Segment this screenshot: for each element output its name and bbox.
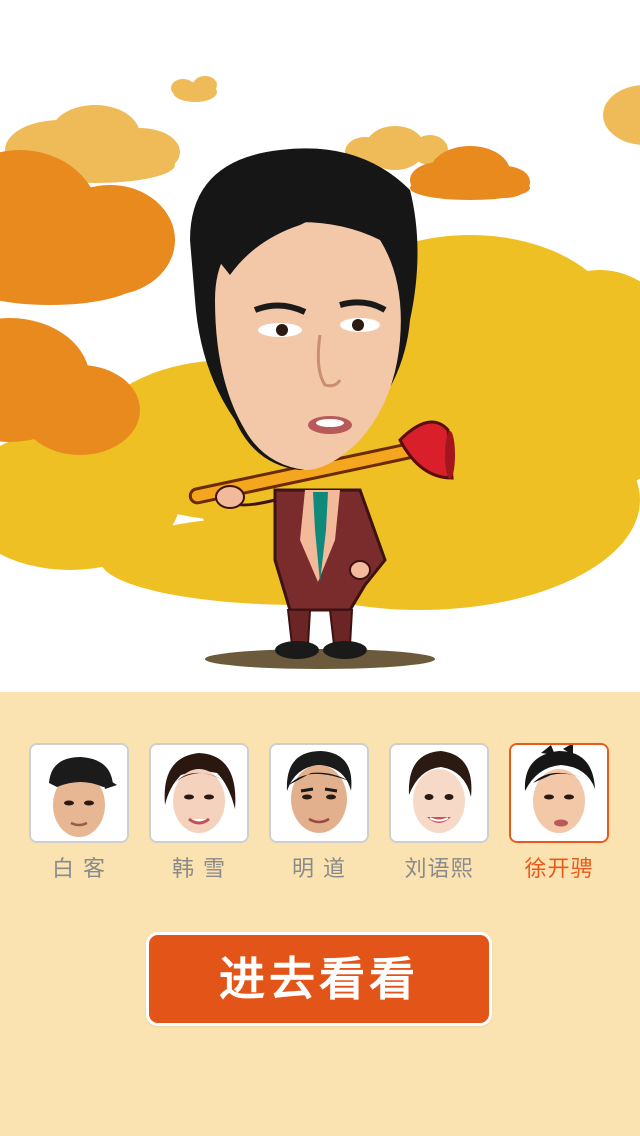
- cloud-left-orange-low: [0, 318, 140, 455]
- character-name-label: 韩 雪: [172, 857, 226, 882]
- face-avatar-woman-smiling-icon: [391, 745, 487, 841]
- character-selector-panel: 白 客 韩 雪 明 道 刘语熙 徐开骋 进去看看: [0, 692, 640, 1136]
- character-option-xukaicheng[interactable]: 徐开骋: [509, 743, 609, 883]
- character-avatar-list: 白 客 韩 雪 明 道 刘语熙 徐开骋: [29, 743, 611, 893]
- face-avatar-spiky-hair-icon: [511, 745, 607, 841]
- face-avatar-woman-icon: [151, 745, 247, 841]
- small-cloud-top: [171, 76, 217, 102]
- character-option-hanxue[interactable]: 韩 雪: [149, 743, 249, 883]
- avatar-frame: [509, 743, 609, 843]
- character-name-label: 白 客: [52, 857, 106, 882]
- cartoon-illustration: [0, 76, 640, 669]
- character-name-label: 徐开骋: [524, 857, 594, 882]
- character-name-label: 刘语熙: [404, 857, 474, 882]
- face-avatar-man-icon: [271, 745, 367, 841]
- character-option-liuyuxi[interactable]: 刘语熙: [389, 743, 489, 883]
- avatar-frame: [29, 743, 129, 843]
- face-avatar-cap-icon: [31, 745, 127, 841]
- character-option-mingdao[interactable]: 明 道: [269, 743, 369, 883]
- character-name-label: 明 道: [292, 857, 346, 882]
- character-preview-scene: [0, 0, 640, 692]
- avatar-frame: [149, 743, 249, 843]
- cloud-right-light: [603, 85, 640, 145]
- enter-button[interactable]: 进去看看: [146, 932, 492, 1026]
- ground-shadow: [205, 649, 435, 669]
- character-option-baike[interactable]: 白 客: [29, 743, 129, 883]
- avatar-frame: [269, 743, 369, 843]
- avatar-frame: [389, 743, 489, 843]
